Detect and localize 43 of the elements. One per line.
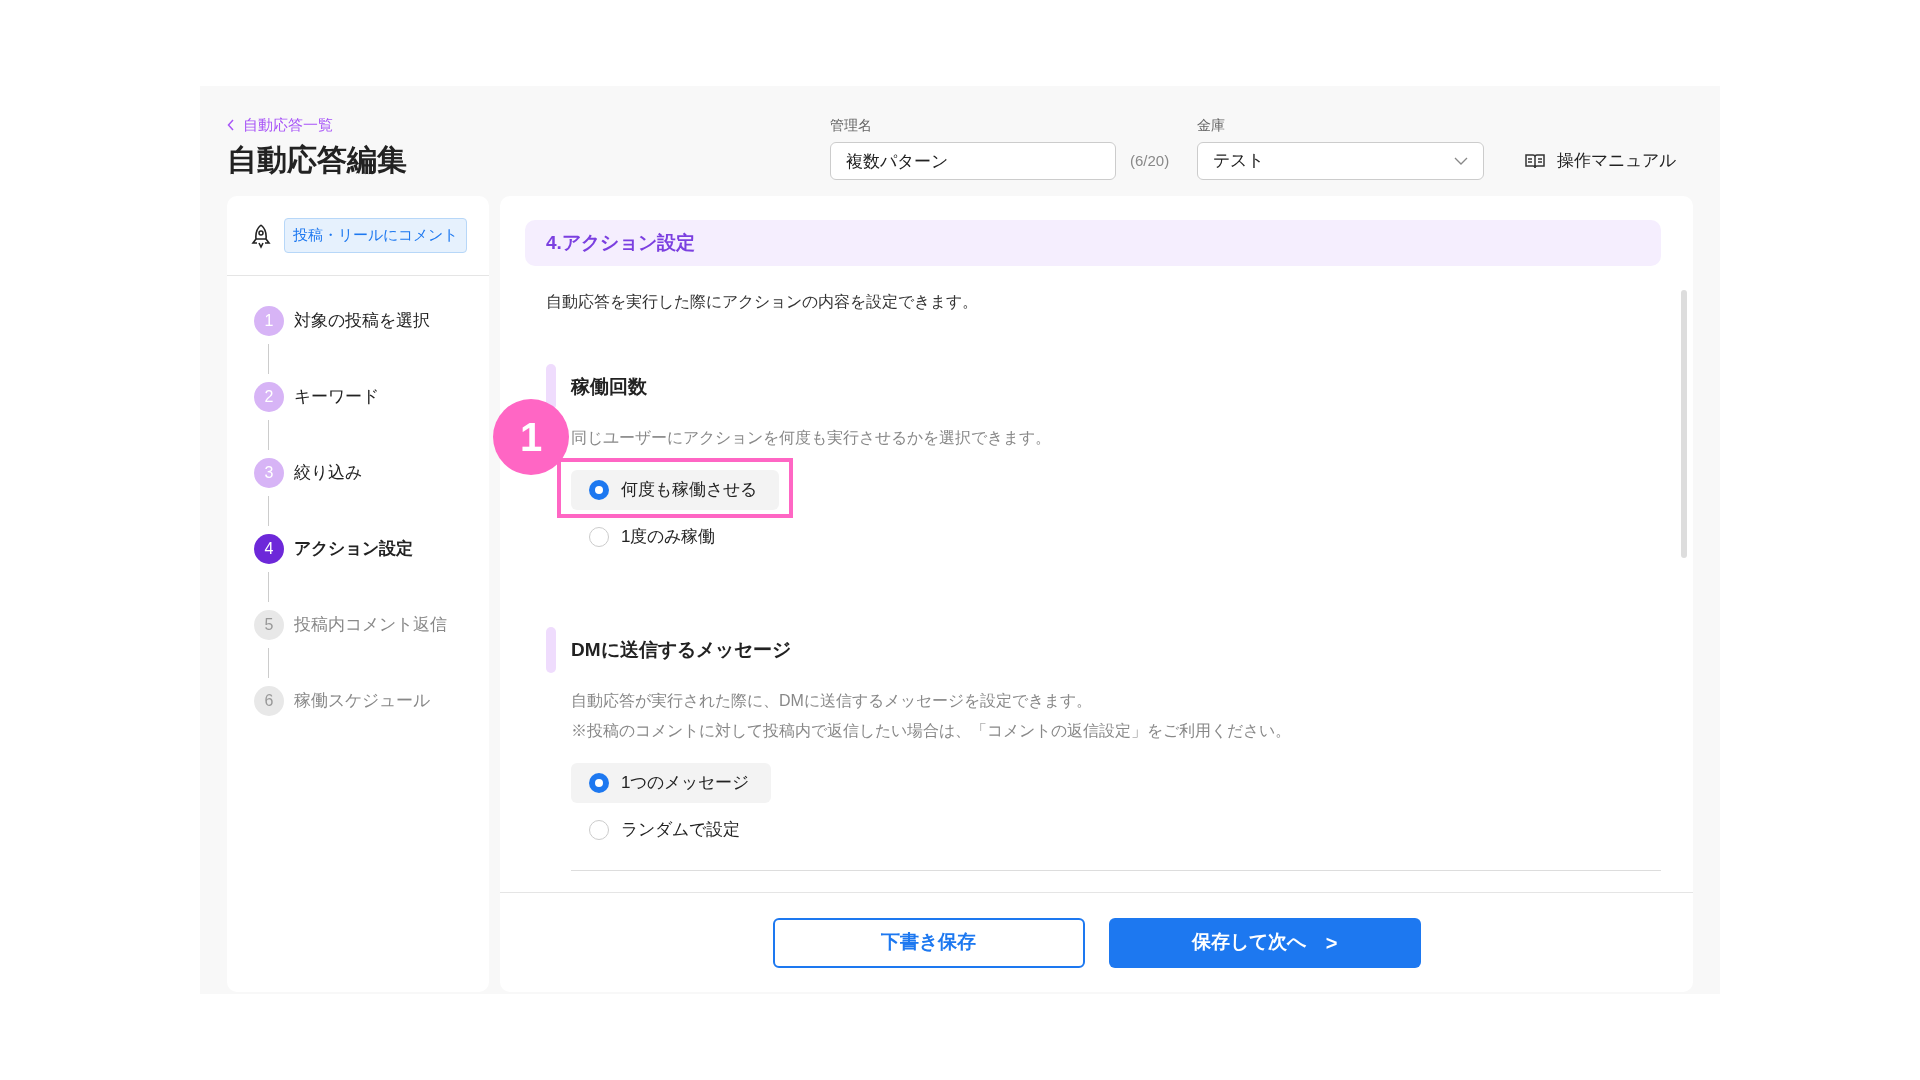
save-draft-button[interactable]: 下書き保存 [772,917,1085,968]
scrollbar[interactable] [1681,290,1687,558]
step-number: 2 [254,382,284,412]
hint-text: 同じユーザーにアクションを何度も実行させるかを選択できます。 [571,428,1052,448]
radio-option[interactable]: 1つのメッセージ [571,763,772,803]
step-number: 6 [254,686,284,716]
accent-bar [546,364,556,410]
manual-link[interactable]: 操作マニュアル [1525,142,1676,180]
chevron-left-icon [227,118,235,131]
field-label: 金庫 [1197,116,1226,135]
group-title: DMに送信するメッセージ [571,637,791,662]
step-number: 4 [254,534,284,564]
step-label[interactable]: 絞り込み [294,460,362,486]
group-title: 稼働回数 [571,374,647,399]
section-header: 4.アクション設定 [525,220,1661,266]
step-number: 1 [254,306,284,336]
section-description: 自動応答を実行した際にアクションの内容を設定できます。 [546,292,979,312]
trigger-tag: 投稿・リールにコメント [284,218,467,253]
back-link[interactable]: 自動応答一覧 [227,113,333,136]
step-label[interactable]: 投稿内コメント返信 [294,612,447,638]
step-label[interactable]: 対象の投稿を選択 [294,308,430,334]
character-counter: (6/20) [1130,150,1171,171]
callout-badge: 1 [493,399,569,475]
radio-option[interactable]: 何度も稼働させる [571,470,779,510]
page-title: 自動応答編集 [227,142,408,178]
radio-option[interactable]: ランダムで設定 [571,810,762,850]
rocket-icon [250,222,272,249]
save-next-button[interactable]: 保存して次へ > [1108,917,1421,968]
vault-select[interactable]: テスト [1197,142,1484,180]
accent-bar [546,627,556,673]
step-number: 3 [254,458,284,488]
radio-option[interactable]: 1度のみ稼働 [571,517,738,557]
step-label[interactable]: アクション設定 [294,536,413,562]
name-input[interactable]: 複数パターン [830,142,1116,180]
step-number: 5 [254,610,284,640]
hint-text: ※投稿のコメントに対して投稿内で返信したい場合は、「コメントの返信設定」をご利用ください。 [571,721,1292,741]
hint-text: 自動応答が実行された際に、DMに送信するメッセージを設定できます。 [571,691,1093,711]
field-label: 管理名 [830,116,873,135]
step-label[interactable]: キーワード [294,384,379,410]
step-label[interactable]: 稼働スケジュール [294,688,430,714]
book-icon [1525,153,1545,169]
chevron-right-icon: > [1325,927,1338,958]
chevron-down-icon [1454,157,1468,165]
